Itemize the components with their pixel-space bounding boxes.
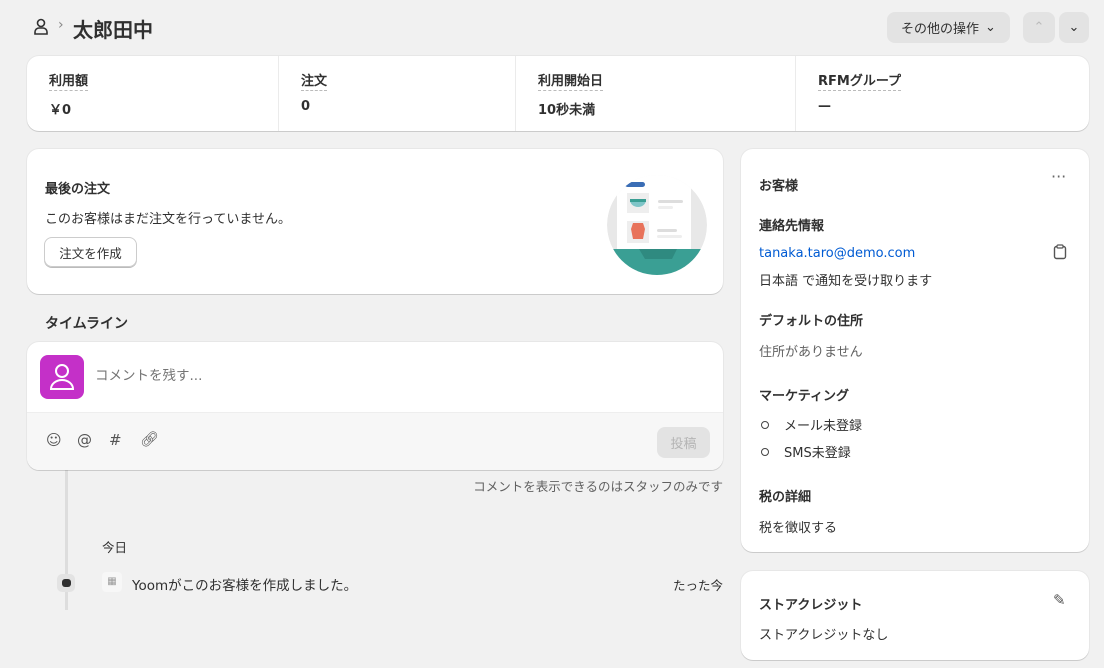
stat-since[interactable]: 利用開始日 10秒未満 (515, 56, 795, 131)
timeline-date: 今日 (102, 540, 128, 555)
status-circle-icon (761, 420, 769, 429)
email-link[interactable]: tanaka.taro@demo.com (759, 246, 915, 261)
staff-note: コメントを表示できるのはスタッフのみです (473, 479, 723, 494)
notification-language: 日本語 で通知を受け取ります (759, 274, 933, 289)
card-title: 最後の注文 (45, 182, 111, 197)
more-actions-label: その他の操作 (901, 22, 980, 37)
tax-text: 税を徴収する (759, 521, 838, 536)
avatar (40, 355, 84, 399)
previous-customer-button[interactable]: ⌃ (1023, 12, 1055, 43)
store-credit-card: ストアクレジット ✎ ストアクレジットなし (741, 571, 1089, 660)
stat-label: RFMグループ (818, 74, 902, 91)
mention-icon[interactable]: @ (77, 431, 92, 449)
hashtag-icon[interactable]: # (109, 431, 122, 449)
address-text: 住所がありません (759, 345, 863, 360)
timeline-event-time: たった今 (672, 578, 723, 593)
section-heading: デフォルトの住所 (759, 314, 864, 329)
stat-value: 0 (301, 99, 311, 114)
timeline-dot (57, 574, 75, 592)
chevron-down-icon: ⌄ (985, 20, 996, 35)
section-heading: 税の詳細 (759, 490, 812, 505)
app-icon: ▦ (102, 572, 122, 592)
stats-bar: 利用額 ￥0 注文 0 利用開始日 10秒未満 RFMグループ — (27, 56, 1089, 131)
status-label: SMS未登録 (784, 446, 851, 461)
comment-toolbar: ☺ @ # 🔗︎ 投稿 (27, 412, 723, 470)
timeline-event-text: Yoomがこのお客様を作成しました。 (132, 578, 358, 594)
status-circle-icon (761, 447, 769, 456)
copy-icon[interactable] (1053, 244, 1067, 264)
status-label: メール未登録 (784, 419, 863, 434)
customer-icon[interactable] (32, 18, 50, 36)
section-heading: マーケティング (759, 389, 849, 404)
last-order-card: 最後の注文 このお客様はまだ注文を行っていません。 注文を作成 (27, 149, 723, 294)
stat-label: 注文 (301, 74, 328, 91)
stat-label: 利用額 (49, 74, 89, 91)
attachment-icon[interactable]: 🔗︎ (140, 430, 159, 448)
comment-box: ☺ @ # 🔗︎ 投稿 (27, 342, 723, 470)
card-title: お客様 (759, 179, 799, 194)
post-button[interactable]: 投稿 (657, 427, 710, 458)
order-illustration (607, 175, 707, 275)
stat-spent[interactable]: 利用額 ￥0 (27, 56, 278, 131)
create-order-label: 注文を作成 (59, 245, 122, 261)
emoji-icon[interactable]: ☺ (46, 431, 62, 449)
more-actions-button[interactable]: その他の操作 ⌄ (887, 12, 1010, 43)
post-label: 投稿 (670, 437, 697, 452)
timeline-title: タイムライン (45, 316, 129, 332)
more-options-icon[interactable]: ··· (1051, 167, 1066, 186)
email-marketing-status: メール未登録 (761, 415, 862, 434)
next-customer-button[interactable]: ⌄ (1059, 12, 1089, 43)
edit-pencil-icon[interactable]: ✎ (1053, 591, 1066, 609)
customer-card: お客様 ··· 連絡先情報 tanaka.taro@demo.com 日本語 で… (741, 149, 1089, 552)
store-credit-value: ストアクレジットなし (759, 628, 889, 643)
page-title: 太郎田中 (73, 18, 153, 42)
stat-orders[interactable]: 注文 0 (278, 56, 515, 131)
comment-input[interactable] (95, 364, 695, 388)
stat-rfm[interactable]: RFMグループ — (795, 56, 1089, 131)
sms-marketing-status: SMS未登録 (761, 442, 851, 461)
stat-value: 10秒未満 (538, 103, 596, 118)
card-title: ストアクレジット (759, 598, 863, 613)
stat-value: — (818, 99, 831, 114)
breadcrumb-chevron-icon: › (58, 17, 64, 33)
stat-value: ￥0 (49, 103, 72, 118)
empty-text: このお客様はまだ注文を行っていません。 (45, 212, 291, 227)
stat-label: 利用開始日 (538, 74, 604, 91)
section-heading: 連絡先情報 (759, 219, 825, 234)
create-order-button[interactable]: 注文を作成 (44, 237, 137, 267)
